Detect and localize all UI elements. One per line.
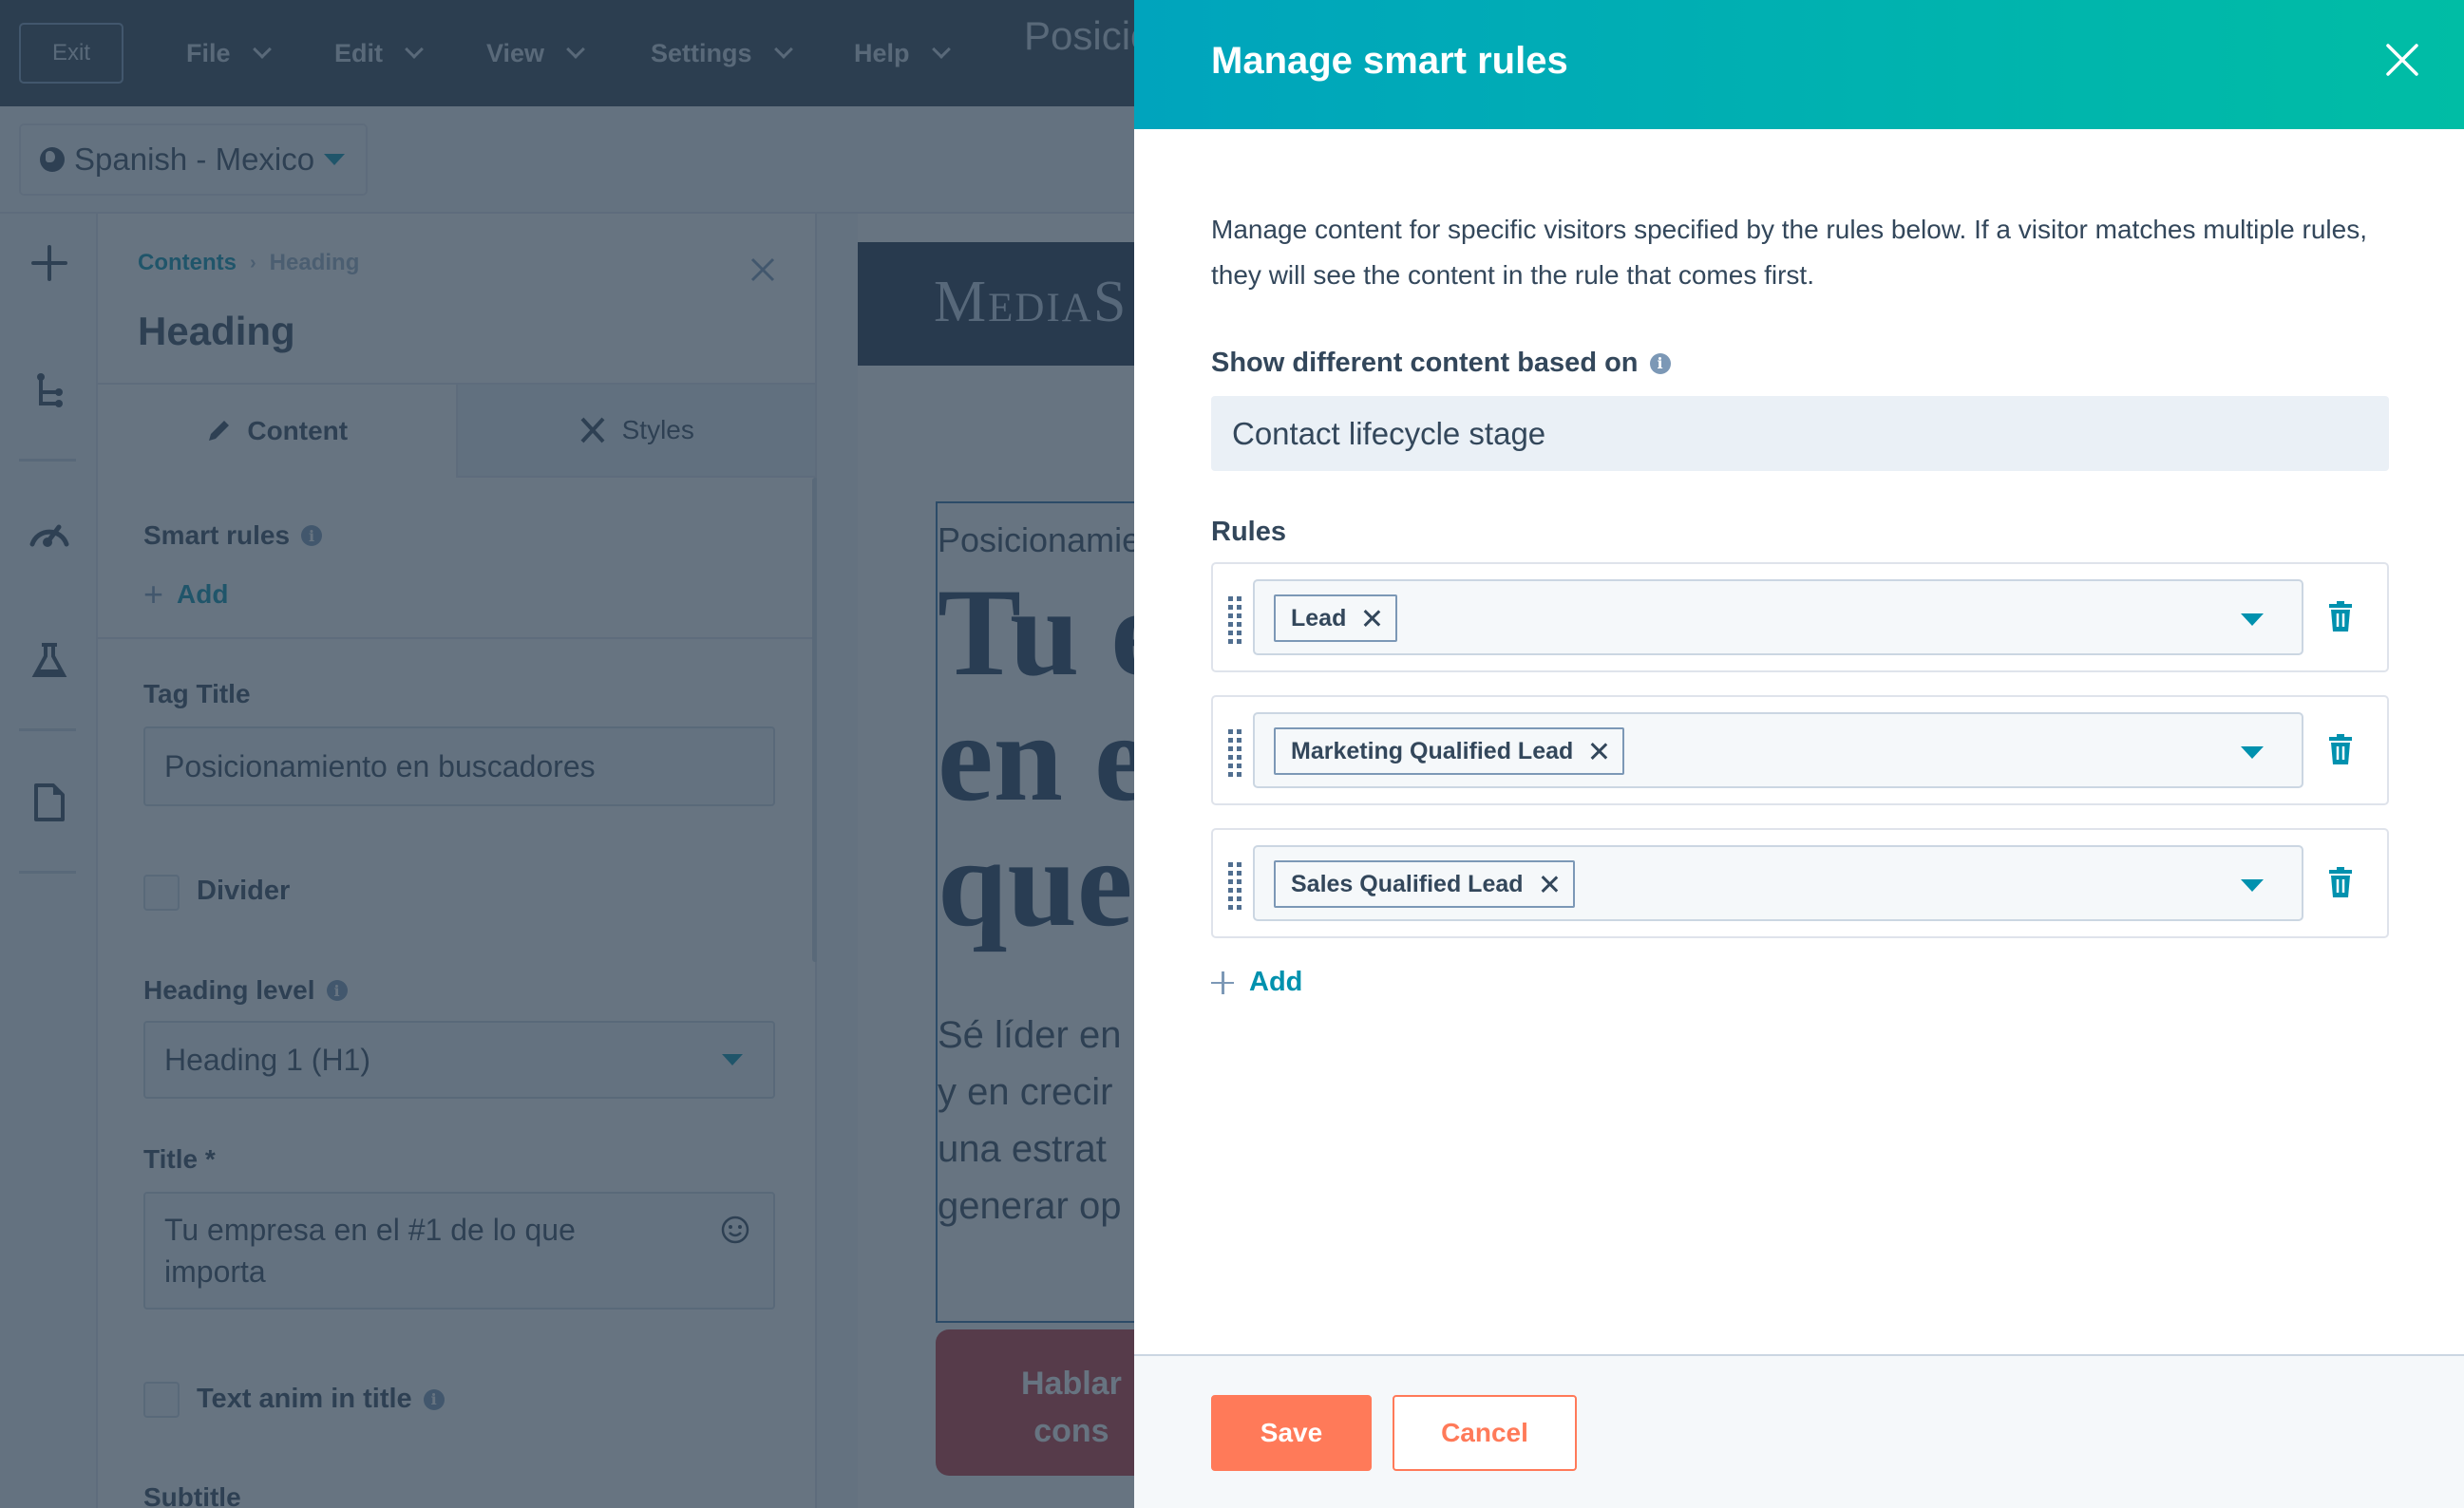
add-rule-label: Add <box>1249 967 1303 997</box>
info-icon[interactable]: i <box>1649 352 1671 374</box>
rule-select[interactable]: Marketing Qualified Lead <box>1253 712 2303 788</box>
close-icon[interactable] <box>2384 42 2420 78</box>
modal-header: Manage smart rules <box>1134 0 2464 129</box>
rule-tag-label: Sales Qualified Lead <box>1291 870 1524 897</box>
modal-title: Manage smart rules <box>1211 40 1568 82</box>
rule-tag: Sales Qualified Lead <box>1274 860 1575 908</box>
cancel-button[interactable]: Cancel <box>1393 1395 1577 1471</box>
trash-icon[interactable] <box>2327 599 2354 633</box>
caret-down-icon[interactable] <box>2241 746 2264 759</box>
remove-tag-icon[interactable] <box>1541 876 1558 893</box>
trash-icon[interactable] <box>2327 732 2354 766</box>
based-on-select[interactable]: Contact lifecycle stage <box>1211 396 2389 471</box>
rule-select[interactable]: Sales Qualified Lead <box>1253 845 2303 921</box>
add-rule-button[interactable]: Add <box>1211 967 1302 998</box>
plus-icon <box>1211 971 1234 994</box>
rules-label: Rules <box>1211 517 1286 547</box>
rule-select[interactable]: Lead <box>1253 579 2303 655</box>
manage-smart-rules-panel: Manage smart rules Manage content for sp… <box>1134 0 2464 1508</box>
caret-down-icon[interactable] <box>2241 879 2264 892</box>
drag-handle-icon[interactable] <box>1228 862 1241 910</box>
remove-tag-icon[interactable] <box>1590 743 1607 760</box>
drag-handle-icon[interactable] <box>1228 596 1241 644</box>
save-button[interactable]: Save <box>1211 1395 1372 1471</box>
modal-backdrop[interactable] <box>0 0 1134 1508</box>
rule-row: Sales Qualified Lead <box>1211 828 2389 938</box>
based-on-label-text: Show different content based on <box>1211 348 1639 378</box>
caret-down-icon[interactable] <box>2241 613 2264 626</box>
based-on-label: Show different content based on i <box>1211 348 1671 379</box>
rule-row: Lead <box>1211 562 2389 672</box>
rule-tag-label: Lead <box>1291 604 1347 631</box>
rule-row: Marketing Qualified Lead <box>1211 695 2389 805</box>
trash-icon[interactable] <box>2327 865 2354 899</box>
remove-tag-icon[interactable] <box>1363 610 1380 627</box>
modal-description: Manage content for specific visitors spe… <box>1211 215 2367 290</box>
based-on-value: Contact lifecycle stage <box>1232 415 1546 451</box>
rule-tag-label: Marketing Qualified Lead <box>1291 737 1574 764</box>
rule-tag: Lead <box>1274 594 1398 642</box>
modal-footer: Save Cancel <box>1134 1354 2464 1508</box>
rule-tag: Marketing Qualified Lead <box>1274 727 1625 775</box>
drag-handle-icon[interactable] <box>1228 729 1241 777</box>
